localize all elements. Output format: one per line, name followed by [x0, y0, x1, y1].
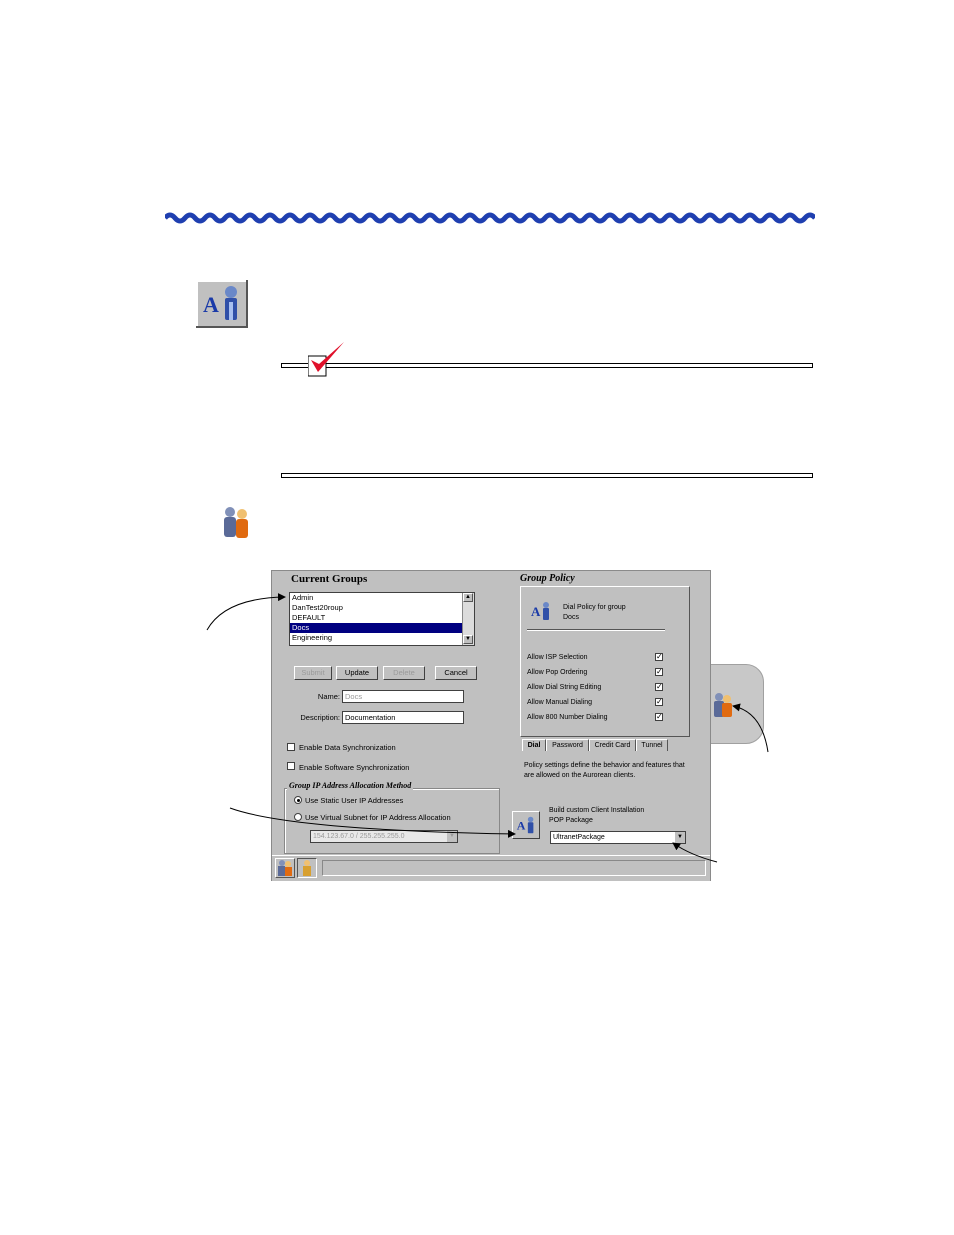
client-builder-icon: A — [196, 280, 248, 328]
note-top-rule — [281, 363, 813, 368]
policy-label: Allow ISP Selection — [527, 654, 588, 661]
package-value: UltranetPackage — [553, 834, 605, 841]
client-builder-icon: A — [517, 816, 534, 834]
enable-data-sync-checkbox[interactable] — [287, 743, 295, 751]
policy-icon: A — [528, 599, 554, 623]
enable-data-sync-label: Enable Data Synchronization — [299, 743, 396, 752]
group-policy-panel: A Dial Policy for group Docs Allow ISP S… — [520, 586, 690, 737]
group-manager-button[interactable] — [275, 858, 295, 878]
policy-checkbox[interactable]: ✓ — [655, 668, 663, 676]
enable-software-sync-checkbox[interactable] — [287, 762, 295, 770]
scroll-up-icon[interactable]: ▲ — [463, 593, 473, 602]
ip-allocation-title: Group IP Address Allocation Method — [287, 781, 414, 790]
groups-listbox[interactable]: Admin DanTest20roup DEFAULT Docs Enginee… — [289, 592, 475, 646]
use-static-radio[interactable] — [294, 796, 302, 804]
policy-label: Allow Dial String Editing — [527, 684, 602, 691]
dial-policy-line2: Docs — [563, 614, 579, 621]
build-line1: Build custom Client Installation — [549, 807, 645, 814]
tab-tunnel[interactable]: Tunnel — [636, 739, 668, 751]
tab-credit-card[interactable]: Credit Card — [589, 739, 636, 751]
description-field[interactable]: Documentation — [342, 711, 464, 724]
group-manager-icon — [224, 507, 248, 538]
use-virtual-subnet-label: Use Virtual Subnet for IP Address Alloca… — [305, 813, 451, 822]
chevron-down-icon[interactable]: ▼ — [447, 831, 457, 842]
status-bar — [272, 855, 710, 881]
wavy-divider — [165, 212, 815, 224]
name-field[interactable]: Docs — [342, 690, 464, 703]
user-manager-button[interactable] — [297, 858, 317, 878]
build-line2: POP Package — [549, 817, 593, 824]
policy-checkbox[interactable]: ✓ — [655, 713, 663, 721]
package-combobox[interactable]: UltranetPackage ▼ — [550, 831, 686, 844]
tab-password[interactable]: Password — [546, 739, 589, 751]
subnet-combobox[interactable]: 154.123.67.0 / 255.255.255.0 ▼ — [310, 830, 458, 843]
list-item[interactable]: DanTest20roup — [290, 603, 474, 613]
subnet-value: 154.123.67.0 / 255.255.255.0 — [313, 833, 405, 840]
description-label: Description: — [300, 713, 340, 722]
chevron-down-icon[interactable]: ▼ — [675, 832, 685, 843]
list-item[interactable]: DEFAULT — [290, 613, 474, 623]
list-item-selected[interactable]: Docs — [290, 623, 474, 633]
list-item[interactable]: Engineering — [290, 633, 474, 643]
update-button[interactable]: Update — [336, 666, 378, 680]
submit-button[interactable]: Submit — [294, 666, 332, 680]
list-item[interactable]: Admin — [290, 593, 474, 603]
group-manager-tab-icon[interactable] — [712, 692, 734, 718]
tab-dial[interactable]: Dial — [522, 739, 546, 751]
divider — [527, 629, 665, 631]
current-groups-title: Current Groups — [291, 573, 368, 585]
note-bottom-rule — [281, 473, 813, 478]
policy-label: Allow Manual Dialing — [527, 699, 592, 706]
cancel-button[interactable]: Cancel — [435, 666, 477, 680]
svg-text:A: A — [531, 604, 541, 619]
delete-button[interactable]: Delete — [383, 666, 425, 680]
group-policy-title: Group Policy — [520, 573, 575, 584]
checkmark-icon — [308, 342, 344, 377]
group-manager-window: Current Groups Admin DanTest20roup DEFAU… — [271, 570, 711, 881]
scroll-track[interactable] — [463, 602, 474, 635]
policy-checkbox[interactable]: ✓ — [655, 698, 663, 706]
policy-label: Allow 800 Number Dialing — [527, 714, 608, 721]
user-icon — [303, 860, 311, 876]
name-label: Name: — [317, 692, 340, 701]
policy-description: Policy settings define the behavior and … — [524, 762, 685, 779]
use-static-label: Use Static User IP Addresses — [305, 796, 404, 805]
dial-policy-line1: Dial Policy for group — [563, 604, 626, 611]
policy-label: Allow Pop Ordering — [527, 669, 588, 676]
enable-software-sync-label: Enable Software Synchronization — [299, 763, 410, 772]
build-client-button[interactable]: A — [512, 811, 540, 839]
policy-checkbox[interactable]: ✓ — [655, 683, 663, 691]
groups-scrollbar[interactable]: ▲ ▼ — [462, 593, 474, 645]
svg-text:A: A — [203, 292, 219, 317]
svg-text:A: A — [517, 819, 526, 833]
scroll-down-icon[interactable]: ▼ — [463, 635, 473, 644]
use-virtual-subnet-radio[interactable] — [294, 813, 302, 821]
group-icon — [278, 860, 292, 876]
status-panel — [322, 860, 706, 876]
policy-checkbox[interactable]: ✓ — [655, 653, 663, 661]
